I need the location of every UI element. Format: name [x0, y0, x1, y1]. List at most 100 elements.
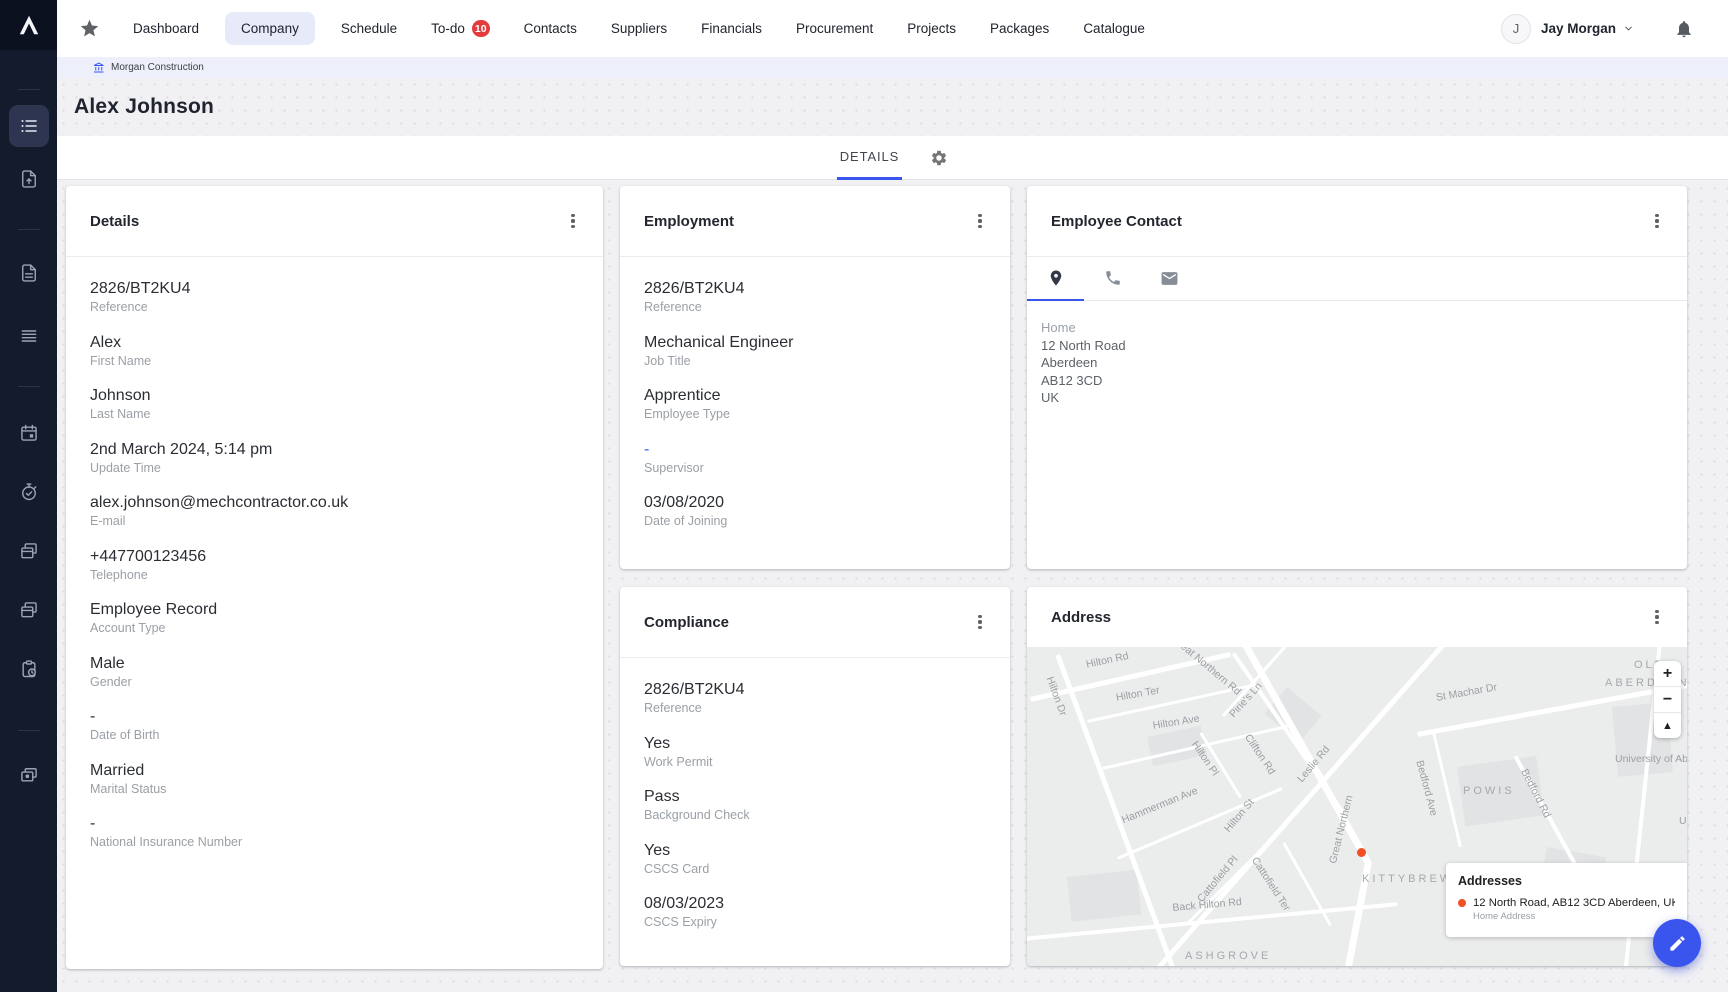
contact-address-line: AB12 3CD: [1041, 372, 1673, 390]
contact-tab-location[interactable]: [1027, 257, 1084, 301]
field-update-time: 2nd March 2024, 5:14 pmUpdate Time: [90, 440, 579, 478]
employee-contact-card: Employee Contact Home 12 Nor: [1027, 186, 1687, 569]
employment-card: Employment 2826/BT2KU4Reference Mechanic…: [620, 186, 1010, 569]
sidebar-item-window-panel-2[interactable]: [9, 590, 49, 630]
nav-item-suppliers[interactable]: Suppliers: [611, 21, 667, 36]
user-name[interactable]: Jay Morgan: [1541, 21, 1616, 36]
field-telephone: +447700123456Telephone: [90, 547, 579, 585]
field-reference: 2826/BT2KU4Reference: [644, 680, 986, 718]
address-entry-text: 12 North Road, AB12 3CD Aberdeen, UK: [1473, 897, 1675, 909]
street-label: Hammerman Ave: [1120, 785, 1200, 826]
pencil-icon: [1668, 934, 1687, 953]
sidebar-item-records-list[interactable]: [9, 105, 49, 147]
company-building-icon: [93, 62, 105, 74]
contact-address-line: 12 North Road: [1041, 337, 1673, 355]
nav-user-area: J Jay Morgan: [1501, 14, 1694, 44]
contact-address-block: Home 12 North Road Aberdeen AB12 3CD UK: [1027, 301, 1687, 425]
sidebar-item-window-panel-1[interactable]: [9, 531, 49, 571]
user-avatar[interactable]: J: [1501, 14, 1531, 44]
title-bar: Alex Johnson: [57, 78, 1728, 136]
app-logo-icon[interactable]: [0, 0, 57, 50]
field-date-of-joining: 03/08/2020Date of Joining: [644, 493, 986, 531]
address-entry-type: Home Address: [1473, 911, 1675, 922]
contact-card-title: Employee Contact: [1051, 213, 1182, 230]
tab-settings-gear-icon[interactable]: [930, 149, 948, 167]
todo-count-badge: 10: [472, 20, 490, 37]
chevron-down-icon[interactable]: [1623, 23, 1634, 34]
field-last-name: JohnsonLast Name: [90, 386, 579, 424]
details-card: Details 2826/BT2KU4Reference AlexFirst N…: [66, 186, 603, 969]
field-gender: MaleGender: [90, 654, 579, 692]
favorite-star-icon[interactable]: [79, 18, 100, 39]
street-label: Hilton St: [1222, 797, 1257, 835]
sidebar-item-lines-list[interactable]: [9, 316, 49, 356]
employment-card-menu-button[interactable]: [966, 207, 994, 235]
sidebar-item-document[interactable]: [9, 253, 49, 293]
field-date-of-birth: -Date of Birth: [90, 707, 579, 745]
nav-item-todo[interactable]: To-do 10: [431, 20, 489, 37]
nav-item-dashboard[interactable]: Dashboard: [133, 21, 199, 36]
map[interactable]: Hilton Rd Hilton Ter Hilton Ave Hilton D…: [1027, 647, 1687, 966]
field-supervisor: -Supervisor: [644, 440, 986, 478]
field-employee-type: ApprenticeEmployee Type: [644, 386, 986, 424]
contact-address-type: Home: [1041, 319, 1673, 337]
breadcrumb[interactable]: Morgan Construction: [57, 57, 1728, 78]
nav-item-catalogue[interactable]: Catalogue: [1083, 21, 1145, 36]
sidebar-divider: [18, 229, 40, 230]
address-card-menu-button[interactable]: [1643, 603, 1671, 631]
zoom-out-button[interactable]: −: [1654, 687, 1681, 712]
nav-item-financials[interactable]: Financials: [701, 21, 762, 36]
nav-item-procurement[interactable]: Procurement: [796, 21, 873, 36]
employment-card-title: Employment: [644, 213, 734, 230]
area-label-powis: POWIS: [1463, 785, 1515, 797]
zoom-in-button[interactable]: +: [1654, 661, 1681, 686]
nav-item-contacts[interactable]: Contacts: [524, 21, 577, 36]
field-job-title: Mechanical EngineerJob Title: [644, 333, 986, 371]
map-marker[interactable]: [1357, 848, 1366, 857]
sidebar-item-clipboard-clock[interactable]: [9, 649, 49, 689]
nav-item-todo-label: To-do: [431, 21, 465, 36]
notifications-bell-icon[interactable]: [1674, 19, 1694, 39]
field-cscs-expiry: 08/03/2023CSCS Expiry: [644, 894, 986, 932]
field-first-name: AlexFirst Name: [90, 333, 579, 371]
sidebar-divider: [18, 89, 40, 90]
phone-icon: [1104, 269, 1122, 287]
contact-tab-phone[interactable]: [1084, 257, 1141, 301]
area-label-ashgrove: ASHGROVE: [1185, 950, 1271, 962]
compliance-card-menu-button[interactable]: [966, 608, 994, 636]
sidebar: [0, 0, 57, 992]
tab-bar: DETAILS: [57, 136, 1728, 180]
field-background-check: PassBackground Check: [644, 787, 986, 825]
street-label: St Machar Dr: [1435, 681, 1498, 704]
map-compass-button[interactable]: ▲: [1654, 713, 1681, 738]
nav-item-schedule[interactable]: Schedule: [341, 21, 397, 36]
top-navigation: Dashboard Company Schedule To-do 10 Cont…: [57, 0, 1728, 57]
addresses-overlay: Addresses 12 North Road, AB12 3CD Aberde…: [1446, 863, 1687, 937]
address-card: Address: [1027, 587, 1687, 966]
tab-details[interactable]: DETAILS: [837, 136, 903, 180]
address-entry[interactable]: 12 North Road, AB12 3CD Aberdeen, UK: [1458, 897, 1675, 909]
sidebar-item-photo-cards[interactable]: [9, 755, 49, 795]
compliance-card-title: Compliance: [644, 614, 729, 631]
sidebar-item-timer-check[interactable]: [9, 472, 49, 512]
app-window: Dashboard Company Schedule To-do 10 Cont…: [0, 0, 1728, 992]
addresses-overlay-title: Addresses: [1458, 874, 1675, 888]
field-email: alex.johnson@mechcontractor.co.ukE-mail: [90, 493, 579, 531]
nav-item-projects[interactable]: Projects: [907, 21, 956, 36]
edit-fab-button[interactable]: [1653, 919, 1701, 967]
compliance-card: Compliance 2826/BT2KU4Reference YesWork …: [620, 587, 1010, 966]
street-label: Hilton Rd: [1085, 650, 1130, 671]
contact-tab-mail[interactable]: [1141, 257, 1198, 301]
nav-item-packages[interactable]: Packages: [990, 21, 1049, 36]
sidebar-item-file-upload[interactable]: [9, 159, 49, 199]
breadcrumb-company-name: Morgan Construction: [111, 62, 204, 73]
field-work-permit: YesWork Permit: [644, 734, 986, 772]
nav-item-company[interactable]: Company: [225, 12, 315, 45]
sidebar-item-calendar[interactable]: [9, 413, 49, 453]
field-reference: 2826/BT2KU4Reference: [90, 279, 579, 317]
main-area: Dashboard Company Schedule To-do 10 Cont…: [57, 0, 1728, 992]
details-card-menu-button[interactable]: [559, 207, 587, 235]
mail-icon: [1160, 269, 1179, 288]
sidebar-divider: [18, 386, 40, 387]
contact-card-menu-button[interactable]: [1643, 207, 1671, 235]
